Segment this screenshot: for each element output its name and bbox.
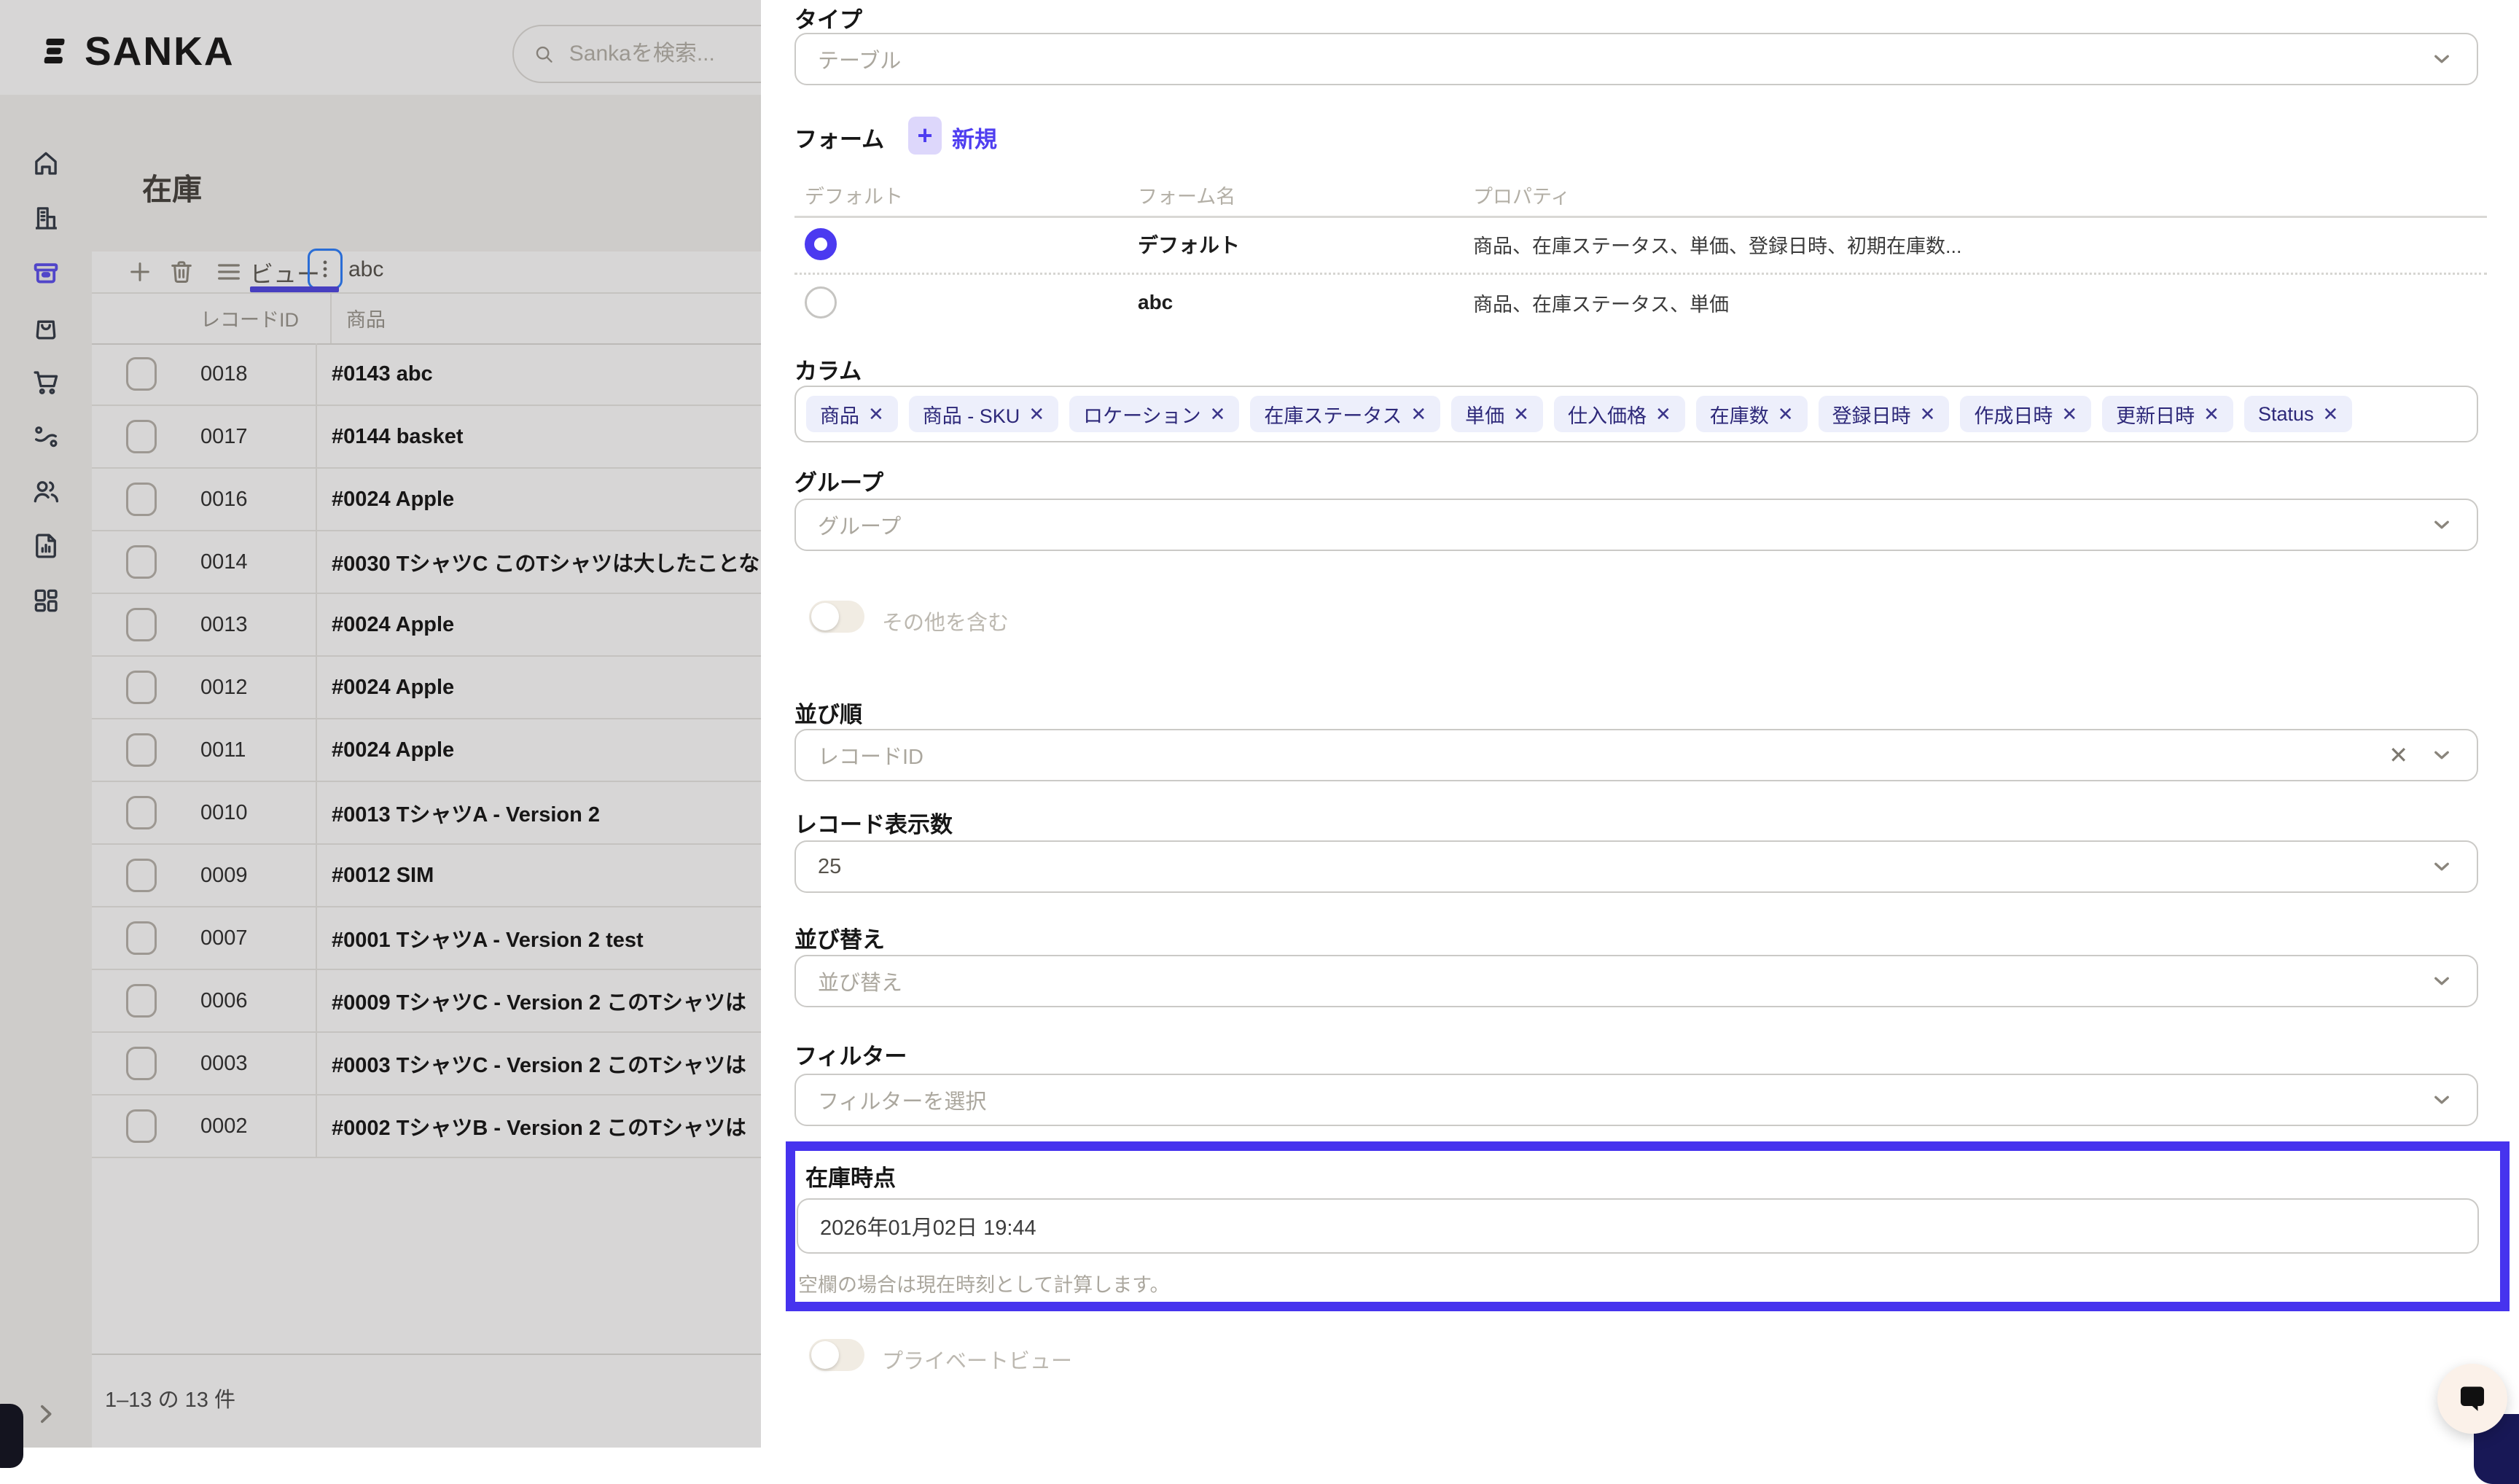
- snapshot-label: 在庫時点: [805, 1160, 896, 1192]
- remove-chip-icon[interactable]: ✕: [2323, 403, 2339, 426]
- sort-label: 並び順: [794, 696, 862, 729]
- include-others-label: その他を含む: [882, 606, 1009, 636]
- snapshot-datetime-input[interactable]: [797, 1198, 2479, 1254]
- radio-selected[interactable]: [805, 228, 837, 260]
- filter-label: フィルター: [794, 1038, 907, 1071]
- group-label: グループ: [794, 464, 883, 497]
- form-label: フォーム: [794, 121, 884, 154]
- add-form-button[interactable]: +: [908, 117, 942, 155]
- remove-chip-icon[interactable]: ✕: [2203, 403, 2219, 426]
- snapshot-highlighted-section: 在庫時点 空欄の場合は現在時刻として計算します。: [786, 1141, 2510, 1311]
- clear-icon[interactable]: ✕: [2389, 741, 2408, 769]
- chevron-down-icon: [2429, 512, 2455, 538]
- chat-fab-button[interactable]: [2437, 1364, 2507, 1434]
- columns-label: カラム: [794, 353, 862, 386]
- remove-chip-icon[interactable]: ✕: [2061, 403, 2077, 426]
- column-chip: 登録日時✕: [1819, 396, 1950, 432]
- include-others-toggle[interactable]: [809, 601, 864, 633]
- plus-icon: +: [917, 120, 932, 151]
- limit-select[interactable]: 25: [794, 840, 2478, 893]
- order-placeholder: 並び替え: [818, 966, 902, 996]
- form-name: abc: [1138, 291, 1173, 314]
- form-row-default[interactable]: デフォルト 商品、在庫ステータス、単価、登録日時、初期在庫数...: [794, 216, 2485, 273]
- column-chip: 更新日時✕: [2102, 396, 2233, 432]
- remove-chip-icon[interactable]: ✕: [1410, 403, 1426, 426]
- columns-multiselect[interactable]: 商品✕ 商品 - SKU✕ ロケーション✕ 在庫ステータス✕ 単価✕ 仕入価格✕…: [794, 386, 2478, 442]
- column-chip: 単価✕: [1451, 396, 1543, 432]
- type-value: テーブル: [818, 44, 901, 74]
- limit-label: レコード表示数: [794, 806, 953, 839]
- column-chip: ロケーション✕: [1069, 396, 1239, 432]
- column-chip: 在庫数✕: [1696, 396, 1808, 432]
- column-chip: 商品 - SKU✕: [909, 396, 1058, 432]
- remove-chip-icon[interactable]: ✕: [1655, 403, 1671, 426]
- corner-widget: [0, 1404, 23, 1468]
- form-properties: 商品、在庫ステータス、単価、登録日時、初期在庫数...: [1473, 230, 1962, 259]
- form-properties: 商品、在庫ステータス、単価: [1473, 289, 1729, 317]
- chevron-down-icon: [2429, 968, 2455, 994]
- filter-placeholder: フィルターを選択: [818, 1085, 986, 1115]
- chevron-down-icon: [2429, 854, 2455, 880]
- group-select[interactable]: グループ: [794, 499, 2478, 551]
- remove-chip-icon[interactable]: ✕: [868, 403, 884, 426]
- chevron-down-icon: [2429, 1087, 2455, 1113]
- column-chip: 仕入価格✕: [1554, 396, 1685, 432]
- filter-select[interactable]: フィルターを選択: [794, 1074, 2478, 1126]
- form-col-name: フォーム名: [1138, 181, 1235, 209]
- remove-chip-icon[interactable]: ✕: [1210, 403, 1226, 426]
- type-label: タイプ: [794, 1, 862, 34]
- private-view-label: プライベートビュー: [882, 1344, 1072, 1375]
- remove-chip-icon[interactable]: ✕: [1778, 403, 1794, 426]
- type-select[interactable]: テーブル: [794, 33, 2478, 85]
- form-name: デフォルト: [1138, 230, 1240, 259]
- group-placeholder: グループ: [818, 509, 901, 540]
- column-chip: 作成日時✕: [1960, 396, 2091, 432]
- private-view-toggle[interactable]: [809, 1339, 864, 1371]
- limit-value: 25: [818, 855, 841, 879]
- remove-chip-icon[interactable]: ✕: [1028, 403, 1044, 426]
- remove-chip-icon[interactable]: ✕: [1920, 403, 1936, 426]
- column-chip: 商品✕: [806, 396, 898, 432]
- chevron-down-icon: [2429, 742, 2455, 768]
- form-row-abc[interactable]: abc 商品、在庫ステータス、単価: [794, 274, 2485, 331]
- form-col-properties: プロパティ: [1473, 181, 1570, 209]
- order-label: 並び替え: [794, 921, 885, 954]
- new-form-link[interactable]: 新規: [952, 121, 997, 154]
- modal-dim-overlay: [0, 0, 761, 1448]
- column-chip: Status✕: [2244, 396, 2352, 432]
- chat-bubble-icon: [2453, 1380, 2491, 1418]
- sort-value: レコードID: [818, 740, 923, 770]
- radio-unselected[interactable]: [805, 286, 837, 319]
- column-chip: 在庫ステータス✕: [1250, 396, 1440, 432]
- remove-chip-icon[interactable]: ✕: [1513, 403, 1529, 426]
- chevron-down-icon: [2429, 46, 2455, 72]
- view-settings-panel: タイプ テーブル フォーム + 新規 デフォルト フォーム名 プロパティ デフォ…: [761, 0, 2519, 1448]
- sort-select[interactable]: レコードID ✕: [794, 729, 2478, 781]
- form-col-default: デフォルト: [805, 181, 903, 209]
- snapshot-helper-text: 空欄の場合は現在時刻として計算します。: [798, 1269, 1170, 1297]
- order-select[interactable]: 並び替え: [794, 955, 2478, 1007]
- form-table-header: デフォルト フォーム名 プロパティ: [794, 175, 2485, 216]
